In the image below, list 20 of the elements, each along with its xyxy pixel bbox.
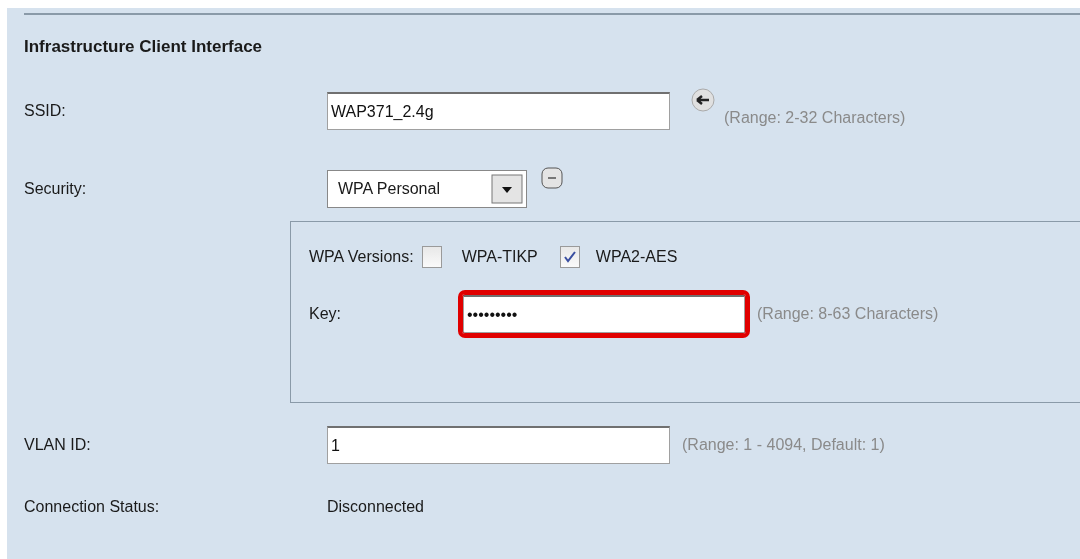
range-hint: (Range: 2-32 Characters) [724, 109, 906, 127]
field-label: VLAN ID: [24, 436, 92, 454]
security-dropdown[interactable]: WPA Personal [327, 170, 527, 208]
vlan-id-field[interactable]: 1 [327, 426, 670, 464]
checkbox-label: WPA2-AES [595, 248, 678, 266]
checkbox-label: WPA-TIKP [461, 248, 538, 266]
section-title: Infrastructure Client Interface [24, 37, 264, 58]
field-label: Key: [309, 305, 342, 323]
range-hint: (Range: 8-63 Characters) [757, 305, 939, 323]
checkbox[interactable] [421, 246, 442, 268]
check-icon [562, 250, 577, 264]
status-value: Disconnected [327, 498, 424, 516]
ssid-field[interactable]: WAP371_2.4g [327, 92, 670, 130]
field-label: Security: [24, 180, 88, 198]
range-hint: (Range: 1 - 4094, Default: 1) [682, 436, 885, 454]
field-label: Connection Status: [24, 498, 161, 516]
collapse-icon[interactable] [541, 167, 563, 189]
field-label: SSID: [24, 102, 67, 120]
field-label: WPA Versions: [309, 248, 414, 266]
checkbox[interactable] [559, 246, 580, 268]
